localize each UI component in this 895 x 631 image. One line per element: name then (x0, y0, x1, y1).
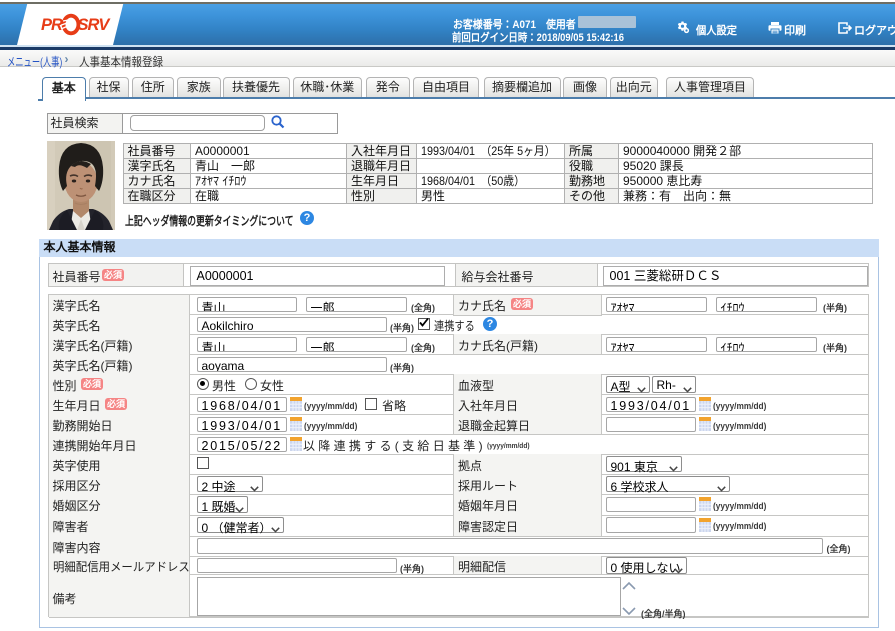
svg-text:SRV: SRV (78, 16, 112, 34)
svg-text:PR: PR (41, 16, 63, 34)
